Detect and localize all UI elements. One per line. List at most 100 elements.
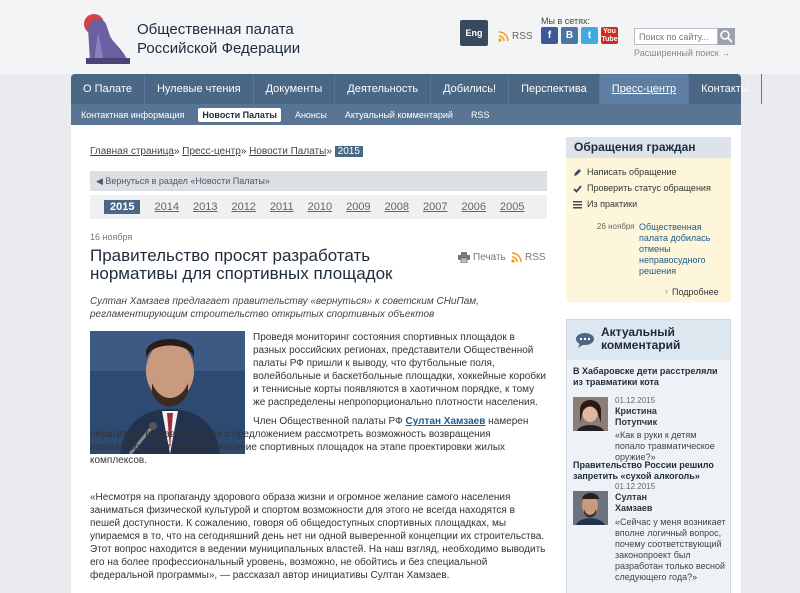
- nav-item-documents[interactable]: Документы: [254, 74, 336, 104]
- avatar: [573, 491, 608, 525]
- breadcrumb-current: 2015: [334, 146, 363, 157]
- subnav-item-announcements[interactable]: Анонсы: [291, 108, 331, 122]
- year-2011[interactable]: 2011: [270, 201, 294, 213]
- nav-item-about[interactable]: О Палате: [71, 74, 145, 104]
- appeals-title: Обращения граждан: [566, 137, 731, 158]
- content-area: Главная страница» Пресс-центр» Новости П…: [71, 125, 741, 593]
- actual-comment-box: Актуальный комментарий В Хабаровске дети…: [566, 319, 731, 593]
- article-title: Правительство просят разработать нормати…: [90, 246, 393, 283]
- commentator-name[interactable]: Султан Хамзаев: [615, 492, 652, 514]
- appeal-news-date: 26 ноября: [597, 222, 635, 231]
- print-label: Печать: [473, 252, 506, 263]
- year-2014[interactable]: 2014: [154, 201, 178, 213]
- year-2015[interactable]: 2015: [104, 200, 141, 214]
- nav-item-contacts[interactable]: Контакты: [689, 74, 762, 104]
- print-link[interactable]: Печать: [458, 252, 506, 263]
- paragraph-text: Член Общественной палаты РФ: [253, 416, 406, 427]
- nav-item-activity[interactable]: Деятельность: [335, 74, 432, 104]
- english-version-button[interactable]: Eng: [460, 20, 488, 46]
- comment-date: 01.12.2015: [615, 482, 656, 491]
- twitter-icon[interactable]: t: [581, 27, 598, 44]
- youtube-icon[interactable]: You Tube: [601, 27, 618, 44]
- breadcrumb-news[interactable]: Новости Палаты: [249, 146, 326, 157]
- search-input[interactable]: [634, 28, 718, 45]
- appeal-link-label: Из практики: [587, 199, 638, 209]
- person-link[interactable]: Султан Хамзаев: [406, 416, 486, 427]
- comment-headline[interactable]: В Хабаровске дети расстреляли из травмат…: [573, 366, 723, 388]
- pencil-icon: [574, 168, 581, 176]
- comment-headline[interactable]: Правительство России решило запретить «с…: [573, 460, 723, 482]
- name-line: Кристина: [615, 406, 657, 416]
- site-title[interactable]: Общественная палата Российской Федерации: [137, 20, 300, 58]
- breadcrumb-separator: »: [326, 146, 332, 157]
- comments-header: Актуальный комментарий: [567, 320, 730, 360]
- nav-item-perspective[interactable]: Перспектива: [509, 74, 600, 104]
- rss-label: RSS: [525, 252, 546, 263]
- breadcrumb-press[interactable]: Пресс-центр: [182, 146, 240, 157]
- check-status-link[interactable]: Проверить статус обращения: [573, 183, 711, 193]
- social-label: Мы в сетях:: [541, 16, 590, 26]
- commentator-name[interactable]: Кристина Потупчик: [615, 406, 657, 428]
- printer-icon: [458, 252, 470, 263]
- subnav-item-contact-info[interactable]: Контактная информация: [77, 108, 188, 122]
- comment-quote: «Как в руки к детям попало травматическо…: [615, 430, 715, 462]
- search-icon: [720, 30, 733, 43]
- site-title-line: Общественная палата: [137, 21, 294, 38]
- sub-nav: Контактная информация Новости Палаты Ано…: [71, 104, 741, 125]
- subnav-item-comment[interactable]: Актуальный комментарий: [341, 108, 457, 122]
- main-nav: О Палате Нулевые чтения Документы Деятел…: [71, 74, 762, 104]
- write-appeal-link[interactable]: Написать обращение: [573, 167, 677, 177]
- comment-date: 01.12.2015: [615, 396, 656, 405]
- year-2006[interactable]: 2006: [462, 201, 486, 213]
- rss-icon: [498, 31, 509, 42]
- name-line: Хамзаев: [615, 503, 653, 513]
- avatar: [573, 397, 608, 431]
- search-button[interactable]: [718, 28, 735, 45]
- chamber-logo-icon[interactable]: [80, 10, 132, 66]
- name-line: Султан: [615, 492, 647, 502]
- check-icon: [573, 184, 582, 193]
- article-rss-link[interactable]: RSS: [511, 252, 546, 263]
- year-2008[interactable]: 2008: [385, 201, 409, 213]
- article-paragraph: «Несмотря на пропаганду здорового образа…: [90, 492, 546, 581]
- subnav-item-chamber-news[interactable]: Новости Палаты: [198, 107, 281, 122]
- rss-icon: [511, 252, 522, 263]
- social-links: f B t You Tube: [541, 27, 618, 44]
- appeal-link-label: Написать обращение: [587, 167, 677, 177]
- year-2007[interactable]: 2007: [423, 201, 447, 213]
- year-2009[interactable]: 2009: [346, 201, 370, 213]
- year-2012[interactable]: 2012: [231, 201, 255, 213]
- article-date: 16 ноября: [90, 232, 133, 242]
- appeal-news-link[interactable]: Общественная палата добилась отмены непр…: [639, 222, 727, 277]
- citizen-appeals-box: Обращения граждан Написать обращение Про…: [566, 137, 731, 302]
- breadcrumb: Главная страница» Пресс-центр» Новости П…: [90, 146, 363, 157]
- comments-title-line: комментарий: [601, 338, 681, 352]
- nav-item-press-center[interactable]: Пресс-центр: [599, 74, 690, 104]
- arrow-right-icon: ›: [665, 286, 668, 296]
- rss-link[interactable]: RSS: [498, 31, 533, 42]
- comment-quote: «Сейчас у меня возникает вполне логичный…: [615, 517, 726, 582]
- year-2013[interactable]: 2013: [193, 201, 217, 213]
- appeal-link-label: Проверить статус обращения: [587, 183, 711, 193]
- article-paragraph: Член Общественной палаты РФ Султан Хамза…: [90, 415, 547, 467]
- nav-item-achieved[interactable]: Добились!: [431, 74, 510, 104]
- facebook-icon[interactable]: f: [541, 27, 558, 44]
- vkontakte-icon[interactable]: B: [561, 27, 578, 44]
- year-2010[interactable]: 2010: [308, 201, 332, 213]
- nav-item-zero-readings[interactable]: Нулевые чтения: [145, 74, 254, 104]
- list-icon: [573, 200, 582, 208]
- comments-title: Актуальный комментарий: [601, 326, 701, 352]
- breadcrumb-separator: »: [240, 146, 247, 157]
- from-practice-link[interactable]: Из практики: [573, 199, 637, 209]
- site-header: Общественная палата Российской Федерации…: [0, 0, 800, 74]
- breadcrumb-home[interactable]: Главная страница: [90, 146, 174, 157]
- article-lead: Султан Хамзаев предлагает правительству …: [90, 296, 479, 320]
- site-title-line: Российской Федерации: [137, 40, 301, 57]
- name-line: Потупчик: [615, 417, 658, 427]
- back-to-section-link[interactable]: ◀ Вернуться в раздел «Новости Палаты»: [90, 171, 547, 191]
- subnav-item-rss[interactable]: RSS: [467, 108, 494, 122]
- advanced-search-link[interactable]: Расширенный поиск →: [634, 48, 730, 58]
- year-2005[interactable]: 2005: [500, 201, 524, 213]
- more-link[interactable]: Подробнее: [672, 287, 719, 297]
- rss-label: RSS: [512, 31, 533, 42]
